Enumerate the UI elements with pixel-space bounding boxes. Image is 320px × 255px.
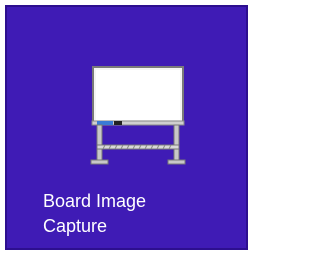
whiteboard-icon	[81, 65, 191, 169]
tile-label: Board Image Capture	[43, 189, 233, 239]
tile-label-line-2: Capture	[43, 216, 108, 236]
app-tile-board-image-capture[interactable]: Board Image Capture	[5, 5, 248, 250]
tile-label-line-1: Board Image	[43, 191, 147, 211]
